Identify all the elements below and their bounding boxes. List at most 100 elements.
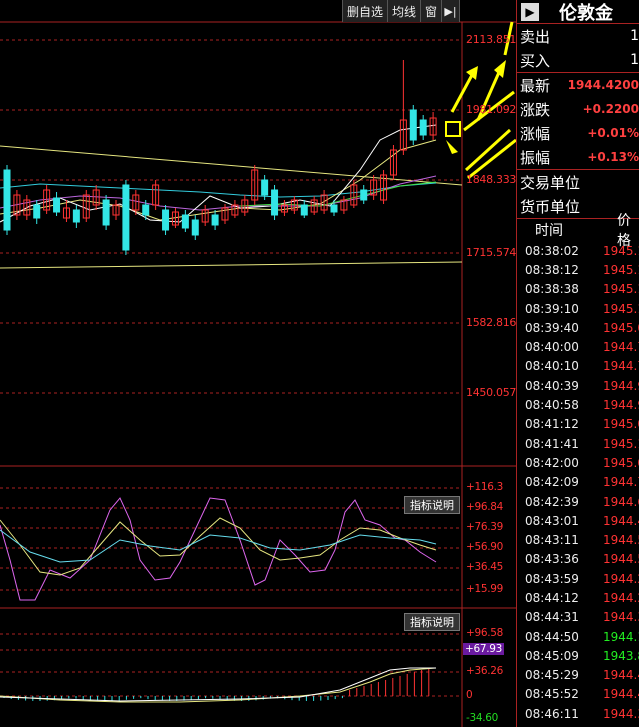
trendline-upper — [0, 145, 463, 186]
tick-time: 08:40:00 — [525, 340, 579, 355]
tick-time: 08:42:00 — [525, 455, 579, 470]
tick-price: 1944.9 — [603, 398, 639, 413]
tick-price: 1945.1 — [603, 301, 639, 316]
change-value: +0.2200 — [582, 102, 639, 116]
tick-time: 08:39:40 — [525, 320, 579, 335]
latest-label: 最新 — [520, 76, 551, 95]
unit-label: 交易单位 — [520, 173, 581, 192]
tick-row: 08:39:40 1945.0 — [517, 318, 639, 337]
candle-body — [261, 179, 269, 196]
tick-row: 08:42:39 1944.6 — [517, 492, 639, 511]
tick-row: 08:40:58 1944.9 — [517, 395, 639, 414]
tick-row: 08:39:10 1945.1 — [517, 299, 639, 318]
ma-line-button[interactable]: 均线 — [387, 0, 421, 22]
candle-body — [181, 214, 189, 229]
amp-row: 振幅 +0.13% — [517, 145, 639, 169]
tick-price: 1944.5 — [603, 552, 639, 567]
latest-row: 最新 1944.4200 — [517, 73, 639, 97]
tick-time: 08:38:02 — [525, 243, 579, 258]
pct-row: 涨幅 +0.01% — [517, 121, 639, 145]
candle-body — [122, 184, 130, 251]
chart-area: 删自选 均线 窗 ▶| 指标说明 指标说明 2113.851 1981.092 … — [0, 0, 517, 727]
latest-value: 1944.4200 — [567, 78, 639, 92]
candle-body — [300, 204, 308, 216]
ind2-axis-label: +36.26 — [466, 665, 504, 677]
tick-row: 08:43:36 1944.5 — [517, 550, 639, 569]
tick-row: 08:43:11 1944.5 — [517, 530, 639, 549]
tick-row: 08:42:09 1944.7 — [517, 473, 639, 492]
candle-body — [72, 209, 80, 223]
tick-row: 08:38:02 1945.1 — [517, 241, 639, 260]
tick-time: 08:45:29 — [525, 668, 579, 683]
time-column-header: 时间 — [535, 223, 563, 239]
tick-price: 1944.4 — [603, 513, 639, 528]
ind1-axis-label: +36.45 — [466, 561, 504, 573]
sell-value: 1 — [630, 28, 639, 44]
tick-time: 08:38:38 — [525, 282, 579, 297]
ma-line-white — [0, 124, 437, 223]
tick-row: 08:43:01 1944.4 — [517, 511, 639, 530]
pct-value: +0.01% — [587, 126, 639, 140]
candles — [3, 60, 437, 255]
tick-row: 08:40:00 1944.7 — [517, 337, 639, 356]
tick-price: 1945.1 — [603, 243, 639, 258]
tick-time: 08:39:10 — [525, 301, 579, 316]
delete-watchlist-button[interactable]: 删自选 — [342, 0, 388, 22]
tick-row: 08:40:39 1944.9 — [517, 376, 639, 395]
ind1-axis-label: +76.39 — [466, 521, 504, 533]
tick-row: 08:41:41 1945.1 — [517, 434, 639, 453]
tick-price: 1944.9 — [603, 378, 639, 393]
tick-price: 1945.1 — [603, 436, 639, 451]
tick-row: 08:38:12 1945.1 — [517, 260, 639, 279]
chart-toolbar: 删自选 均线 窗 ▶| — [341, 0, 460, 22]
amp-value: +0.13% — [587, 150, 639, 164]
tick-row: 08:45:29 1944.4 — [517, 666, 639, 685]
tick-row: 08:38:38 1945.1 — [517, 280, 639, 299]
price-axis-label: 1981.092 — [466, 103, 517, 116]
candle-body — [53, 197, 61, 213]
candle-body — [33, 204, 41, 219]
tick-time: 08:44:31 — [525, 610, 579, 625]
tick-price: 1944.2 — [603, 571, 639, 586]
ind2-axis-label: +96.58 — [466, 627, 504, 639]
candle-body — [191, 219, 199, 236]
ind2-axis-label: -34.60 — [466, 712, 499, 724]
tick-time: 08:44:50 — [525, 629, 579, 644]
tick-price: 1944.3 — [603, 610, 639, 625]
ticks-header: 时间 价格 — [517, 213, 639, 249]
ind2-axis-label: 0 — [466, 689, 473, 701]
tick-price: 1944.5 — [603, 533, 639, 548]
window-button[interactable]: 窗 — [420, 0, 442, 22]
price-axis-label: 1450.057 — [466, 386, 517, 399]
sell-label: 卖出 — [520, 27, 551, 46]
tick-price: 1944.7 — [603, 359, 639, 374]
tick-time: 08:44:12 — [525, 590, 579, 605]
expand-arrow-icon[interactable]: ▶| — [442, 0, 460, 22]
tick-row: 08:43:59 1944.2 — [517, 569, 639, 588]
tick-time: 08:43:11 — [525, 533, 579, 548]
buy-label: 买入 — [520, 51, 551, 70]
indicator1-help-button[interactable]: 指标说明 — [404, 496, 460, 514]
tick-price: 1944.3 — [603, 706, 639, 721]
candle-body — [360, 189, 368, 201]
candle-body — [409, 109, 417, 141]
ind1-line-magenta — [0, 497, 437, 601]
ind1-axis-label: +116.3 — [466, 481, 504, 493]
indicator2-help-button[interactable]: 指标说明 — [404, 613, 460, 631]
tick-time: 08:40:39 — [525, 378, 579, 393]
collapse-icon[interactable]: ▶ — [521, 2, 539, 21]
tick-price: 1945.1 — [603, 262, 639, 277]
tick-row: 08:41:12 1945.0 — [517, 415, 639, 434]
ind1-line-cyan — [0, 529, 437, 563]
tick-time: 08:41:12 — [525, 417, 579, 432]
candle-body — [142, 204, 150, 216]
ind1-axis-label: +56.90 — [466, 541, 504, 553]
tick-time: 08:43:01 — [525, 513, 579, 528]
tick-time: 08:42:09 — [525, 475, 579, 490]
ind1-line-yellow — [0, 517, 437, 576]
tick-row: 08:46:401944.3 — [517, 723, 639, 727]
candle-body — [271, 189, 279, 216]
tick-price: 1945.1 — [603, 282, 639, 297]
candle-body — [211, 214, 219, 226]
change-label: 涨跌 — [520, 100, 551, 119]
